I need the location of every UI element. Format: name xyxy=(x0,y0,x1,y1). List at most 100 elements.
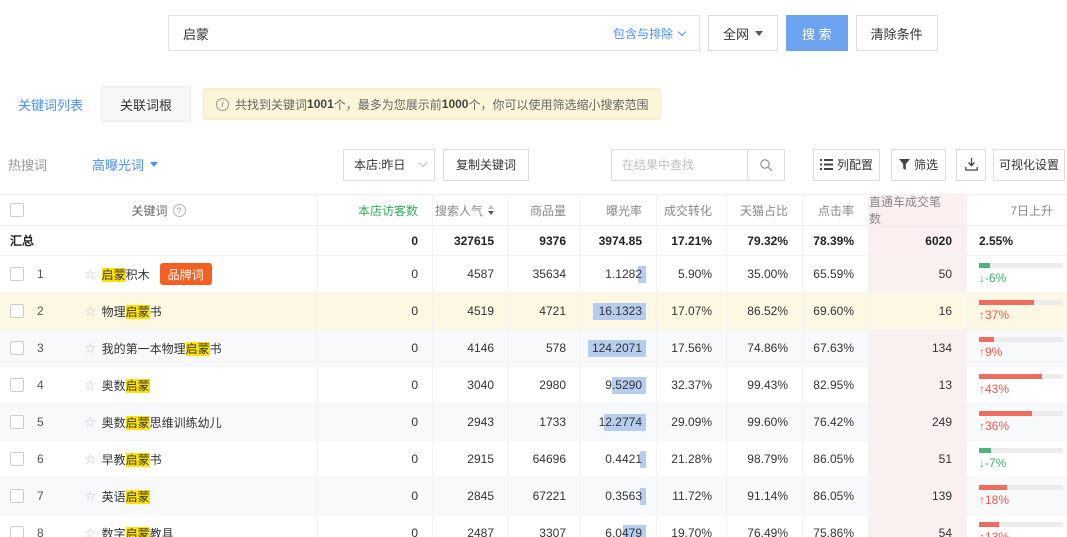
summary-visitors: 0 xyxy=(318,226,433,255)
cell-tmall-share: 35.00% xyxy=(727,256,803,292)
cell-store-visitors: 0 xyxy=(318,367,433,403)
header-7day-rise[interactable]: 7日上升 xyxy=(967,195,1067,225)
include-exclude-label: 包含与排除 xyxy=(613,25,673,42)
row-checkbox[interactable] xyxy=(10,378,24,392)
row-checkbox[interactable] xyxy=(10,267,24,281)
header-exposure-rate[interactable]: 曝光率 xyxy=(581,195,657,225)
exposure-value: 124.2071 xyxy=(592,341,642,355)
cell-tmall-share: 99.60% xyxy=(727,404,803,440)
filter-button[interactable]: 筛选 xyxy=(891,149,946,181)
row-checkbox[interactable] xyxy=(10,341,24,355)
favorite-star-icon[interactable]: ☆ xyxy=(84,377,97,394)
cell-exposure-rate: 0.3563 xyxy=(581,478,657,514)
favorite-star-icon[interactable]: ☆ xyxy=(84,488,97,505)
header-tmall-share[interactable]: 天猫占比 xyxy=(727,195,803,225)
cell-7day-rise: ↑43% xyxy=(967,367,1067,403)
header-store-visitors[interactable]: 本店访客数 xyxy=(318,195,433,225)
favorite-star-icon[interactable]: ☆ xyxy=(84,340,97,357)
favorite-star-icon[interactable]: ☆ xyxy=(84,414,97,431)
exposure-value: 0.3563 xyxy=(605,489,642,503)
search-magnifier-button[interactable] xyxy=(747,149,785,181)
download-button[interactable] xyxy=(956,149,986,181)
keyword-link[interactable]: 奥数启蒙思维训练幼儿 xyxy=(102,414,222,431)
keyword-highlight: 启蒙 xyxy=(126,379,150,393)
keyword-link[interactable]: 英语启蒙 xyxy=(102,488,150,505)
cell-ztc-orders: 54 xyxy=(869,515,967,537)
row-index: 8 xyxy=(37,526,55,537)
summary-label: 汇总 xyxy=(0,232,34,249)
favorite-star-icon[interactable]: ☆ xyxy=(84,525,97,537)
header-ztc-orders[interactable]: 直通车成交笔数 xyxy=(869,195,967,225)
rise-value: ↑37% xyxy=(979,308,1009,322)
keyword-search-input[interactable]: 启蒙 包含与排除 xyxy=(168,15,700,51)
header-conversion[interactable]: 成交转化 xyxy=(657,195,727,225)
row-index: 7 xyxy=(37,489,55,503)
search-query-value[interactable]: 启蒙 xyxy=(183,24,209,43)
keyword-link[interactable]: 数字启蒙教具 xyxy=(102,525,174,537)
keyword-link[interactable]: 早教启蒙书 xyxy=(102,451,162,468)
rise-bar-track xyxy=(979,411,1063,416)
table-row: 8☆数字启蒙教具0248733076.047919.70%76.49%75.86… xyxy=(0,515,1067,537)
cell-ctr: 65.59% xyxy=(803,256,869,292)
header-search-popularity[interactable]: 搜索人气 xyxy=(433,195,509,225)
header-product-count[interactable]: 商品量 xyxy=(509,195,581,225)
list-icon xyxy=(820,159,833,170)
table-row: 3☆我的第一本物理启蒙书04146578124.207117.56%74.86%… xyxy=(0,330,1067,367)
tab-related-roots[interactable]: 关联词根 xyxy=(101,86,191,122)
cell-conversion: 11.72% xyxy=(657,478,727,514)
row-checkbox[interactable] xyxy=(10,452,24,466)
help-icon[interactable] xyxy=(173,204,186,217)
favorite-star-icon[interactable]: ☆ xyxy=(84,266,97,283)
favorite-star-icon[interactable]: ☆ xyxy=(84,303,97,320)
favorite-star-icon[interactable]: ☆ xyxy=(84,451,97,468)
high-exposure-dropdown[interactable]: 高曝光词 xyxy=(92,155,158,174)
column-config-button[interactable]: 列配置 xyxy=(813,149,880,181)
table-row: 4☆奥数启蒙0304029809.529032.37%99.43%82.95%1… xyxy=(0,367,1067,404)
summary-exposure: 3974.85 xyxy=(581,226,657,255)
store-date-select[interactable]: 本店:昨日 xyxy=(343,149,435,181)
row-checkbox[interactable] xyxy=(10,526,24,537)
keyword-highlight: 启蒙 xyxy=(126,453,150,467)
row-checkbox[interactable] xyxy=(10,415,24,429)
arrow-up-icon: ↑ xyxy=(979,419,985,433)
search-section: 启蒙 包含与排除 全网 搜 索 清除条件 xyxy=(0,0,1067,56)
include-exclude-link[interactable]: 包含与排除 xyxy=(613,25,685,42)
row-checkbox[interactable] xyxy=(10,304,24,318)
cell-store-visitors: 0 xyxy=(318,404,433,440)
sort-icon[interactable] xyxy=(488,205,494,215)
keyword-cell: 1☆启蒙积木品牌词 xyxy=(0,256,318,292)
cell-search-popularity: 3040 xyxy=(433,367,509,403)
header-ctr[interactable]: 点击率 xyxy=(803,195,869,225)
notice-count: 1001 xyxy=(307,97,334,111)
store-date-value: 本店:昨日 xyxy=(354,156,405,173)
arrow-up-icon: ↑ xyxy=(979,345,985,359)
table-body: 1☆启蒙积木品牌词04587356341.12825.90%35.00%65.5… xyxy=(0,256,1067,537)
tabs-row: 关键词列表 关联词根 共找到关键词 1001个，最多为您展示前1000个，你可以… xyxy=(0,86,1067,122)
rise-value: ↑13% xyxy=(979,530,1009,537)
summary-rise: 2.55% xyxy=(967,226,1067,255)
cell-product-count: 578 xyxy=(509,330,581,366)
cell-conversion: 29.09% xyxy=(657,404,727,440)
rise-bar-track xyxy=(979,337,1063,342)
rise-bar-fill xyxy=(979,263,990,268)
clear-conditions-button[interactable]: 清除条件 xyxy=(856,15,938,51)
cell-store-visitors: 0 xyxy=(318,515,433,537)
keyword-link[interactable]: 物理启蒙书 xyxy=(102,303,162,320)
tab-keyword-list[interactable]: 关键词列表 xyxy=(0,86,101,122)
keyword-link[interactable]: 启蒙积木 xyxy=(102,266,150,283)
scope-dropdown-button[interactable]: 全网 xyxy=(708,15,778,51)
summary-conversion: 17.21% xyxy=(657,226,727,255)
search-button[interactable]: 搜 索 xyxy=(786,15,848,51)
keyword-link[interactable]: 奥数启蒙 xyxy=(102,377,150,394)
cell-exposure-rate: 12.2774 xyxy=(581,404,657,440)
copy-keywords-button[interactable]: 复制关键词 xyxy=(443,149,529,181)
keyword-link[interactable]: 我的第一本物理启蒙书 xyxy=(102,340,222,357)
cell-ztc-orders: 51 xyxy=(869,441,967,477)
cell-conversion: 21.28% xyxy=(657,441,727,477)
visualization-settings-button[interactable]: 可视化设置 xyxy=(993,149,1065,181)
find-in-results-input[interactable] xyxy=(611,149,747,181)
funnel-icon xyxy=(899,159,910,170)
row-checkbox[interactable] xyxy=(10,489,24,503)
keyword-highlight: 启蒙 xyxy=(126,416,150,430)
hot-words-tab[interactable]: 热搜词 xyxy=(8,155,47,174)
